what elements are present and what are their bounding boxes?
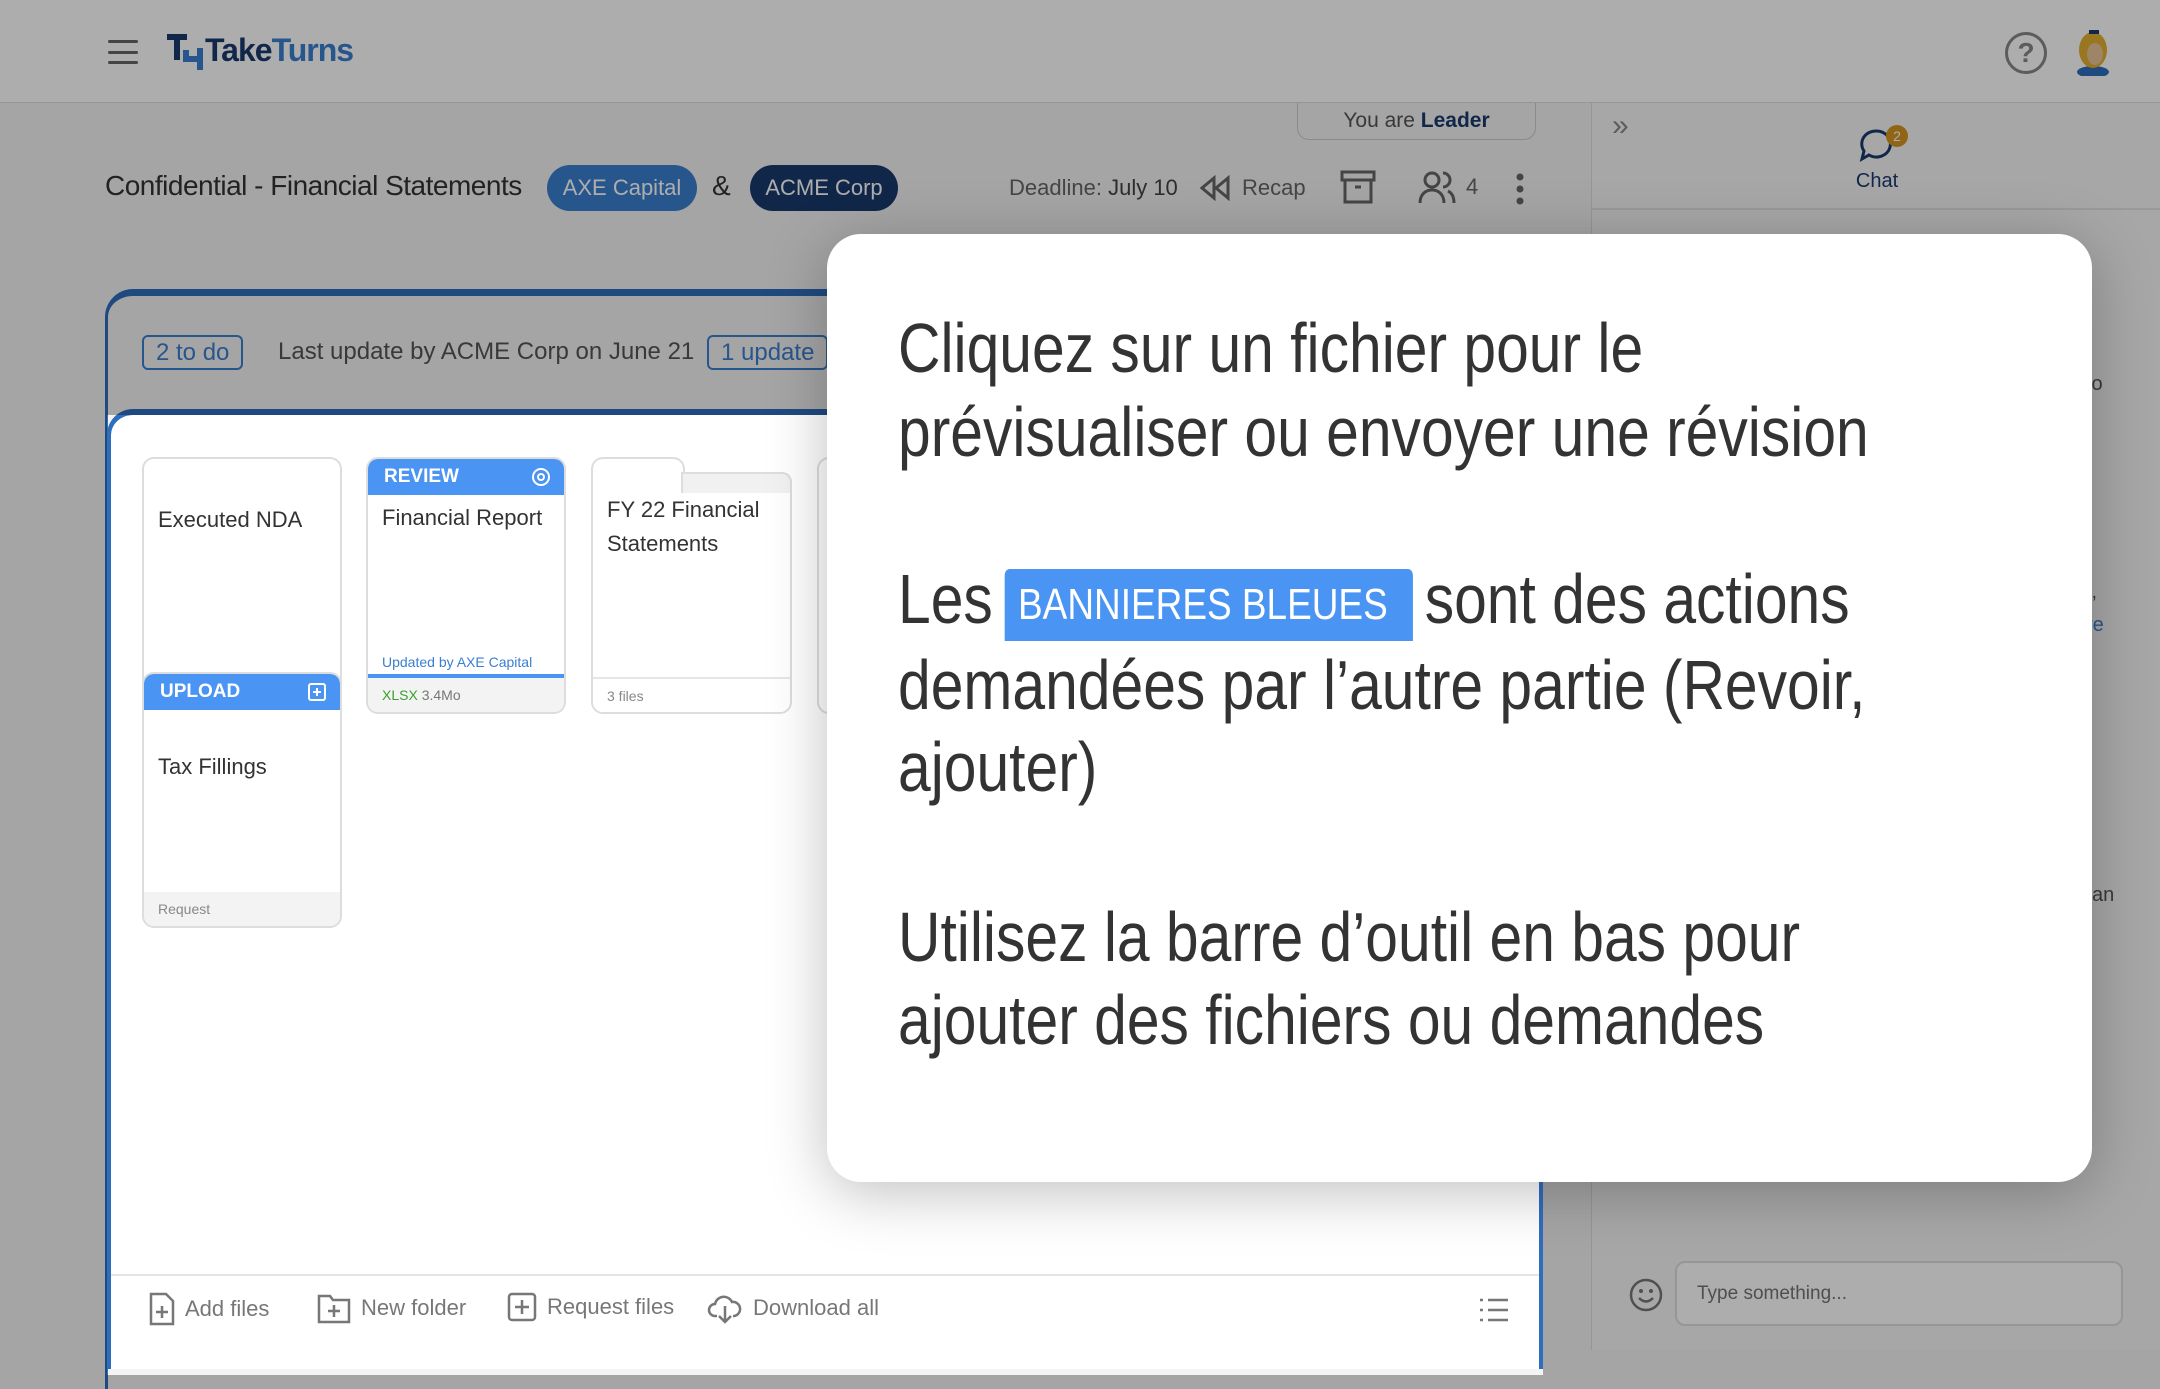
- collapse-icon[interactable]: »: [1612, 109, 1629, 143]
- request-icon: [507, 1292, 537, 1322]
- list-view-icon[interactable]: [1478, 1297, 1510, 1323]
- tooltip-text: ajouter des fichiers ou demandes: [898, 981, 1765, 1059]
- tooltip-text: prévisualiser ou envoyer une révision: [898, 393, 1869, 471]
- toolbar-divider: [111, 1274, 1539, 1276]
- chat-input[interactable]: [1675, 1261, 2123, 1326]
- party-b-badge[interactable]: ACME Corp: [750, 165, 898, 211]
- tooltip-text: demandées par l’autre partie (Revoir,: [898, 646, 1866, 724]
- members-button[interactable]: 4: [1418, 170, 1478, 204]
- file-name: Tax Fillings: [158, 754, 267, 779]
- tooltip-text: Cliquez sur un fichier pour le: [898, 309, 1644, 387]
- top-header: Take Turns ?: [0, 0, 2160, 103]
- download-all-button[interactable]: Download all: [707, 1292, 879, 1324]
- review-banner[interactable]: REVIEW: [368, 459, 564, 495]
- recap-button[interactable]: Recap: [1198, 175, 1306, 201]
- add-files-button[interactable]: Add files: [149, 1292, 269, 1326]
- file-count: 3 files: [593, 677, 790, 712]
- upload-banner[interactable]: UPLOAD: [144, 674, 340, 710]
- ampersand: &: [712, 170, 731, 201]
- updates-badge[interactable]: 1 update: [707, 335, 829, 370]
- todo-badge[interactable]: 2 to do: [142, 335, 244, 370]
- file-card-financial-report[interactable]: REVIEW Financial Report Updated by AXE C…: [366, 457, 566, 714]
- archive-icon[interactable]: [1340, 170, 1376, 204]
- chat-message-fragment: an: [2092, 884, 2115, 906]
- more-icon[interactable]: [1513, 172, 1527, 206]
- deal-title: Confidential - Financial Statements: [105, 170, 522, 201]
- tooltip-text: Utilisez la barre d’outil en bas pour: [898, 898, 1801, 976]
- eye-icon: [532, 468, 550, 486]
- user-avatar[interactable]: [2072, 28, 2114, 76]
- file-card-tax-fillings[interactable]: UPLOAD Tax Fillings Request: [142, 672, 342, 928]
- file-name: Financial Report: [382, 505, 543, 530]
- file-type: XLSX: [382, 687, 418, 703]
- file-footer: Request: [144, 892, 340, 926]
- file-size: 3.4Mo: [421, 687, 461, 703]
- request-files-button[interactable]: Request files: [507, 1292, 674, 1322]
- role-indicator: You are Leader: [1297, 103, 1536, 140]
- menu-icon[interactable]: [108, 40, 138, 64]
- updated-by: Updated by AXE Capital: [382, 654, 533, 670]
- deadline[interactable]: Deadline: July 10: [1009, 175, 1178, 201]
- new-folder-button[interactable]: New folder: [317, 1292, 466, 1324]
- chat-tab[interactable]: 2 Chat: [1832, 125, 1922, 193]
- emoji-icon[interactable]: [1629, 1278, 1663, 1312]
- file-card-executed-nda[interactable]: Executed NDA: [142, 457, 342, 697]
- chat-badge: 2: [1886, 125, 1908, 147]
- last-update-text: Last update by ACME Corp on June 21: [278, 338, 695, 365]
- blue-banner-example: BANNIERES BLEUES: [1004, 568, 1413, 641]
- chat-label: Chat: [1855, 170, 1899, 192]
- add-file-icon: [149, 1292, 175, 1326]
- logo-icon: [167, 34, 203, 70]
- party-a-badge[interactable]: AXE Capital: [547, 165, 697, 211]
- onboarding-tooltip: Cliquez sur un fichier pour le prévisual…: [827, 234, 2092, 1182]
- folder-card-fy22[interactable]: FY 22 Financial Statements 3 files: [591, 457, 792, 714]
- tooltip-text: ajouter): [898, 728, 1098, 806]
- users-icon: [1418, 171, 1456, 204]
- cloud-download-icon: [707, 1295, 742, 1324]
- add-square-icon: [308, 683, 326, 701]
- file-name: Executed NDA: [158, 507, 303, 532]
- rewind-icon: [1199, 175, 1230, 201]
- folder-name: FY 22 Financial Statements: [607, 497, 760, 556]
- divider: [1592, 208, 2160, 210]
- logo[interactable]: Take Turns: [165, 30, 354, 70]
- help-icon[interactable]: ?: [2005, 32, 2047, 74]
- new-folder-icon: [317, 1294, 351, 1324]
